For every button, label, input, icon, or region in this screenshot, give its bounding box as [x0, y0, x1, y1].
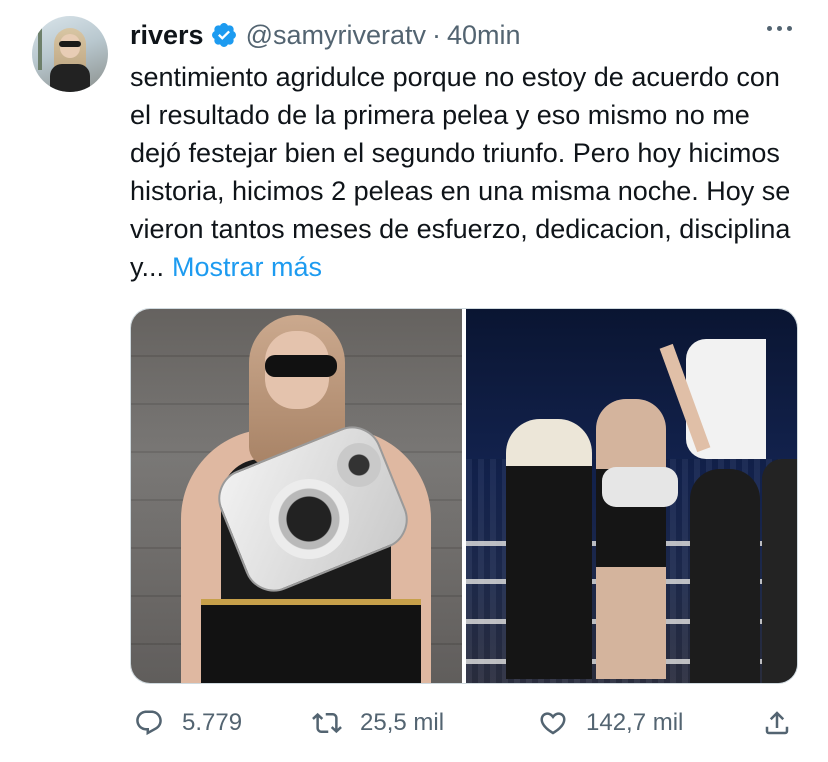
avatar-palm-tree — [38, 26, 42, 70]
retweet-icon — [312, 712, 342, 734]
like-count: 142,7 mil — [586, 709, 684, 736]
user-handle[interactable]: @samyriveratv — [246, 20, 426, 51]
more-options-icon[interactable] — [767, 26, 792, 31]
media-grid — [130, 308, 798, 684]
separator-dot: · — [432, 19, 442, 50]
belt-center-plate — [269, 479, 349, 559]
tweet-header: rivers @samyriveratv · 40min — [130, 18, 521, 52]
show-more-link[interactable]: Mostrar más — [172, 252, 322, 282]
winning-fighter — [596, 399, 666, 679]
avatar[interactable] — [32, 16, 108, 92]
retweet-count: 25,5 mil — [360, 709, 445, 736]
reply-icon — [136, 710, 162, 736]
championship-belt — [602, 467, 678, 507]
avatar-shirt — [50, 64, 90, 92]
share-button[interactable] — [762, 700, 792, 746]
cornerman — [762, 459, 797, 683]
belt-side-plate — [337, 443, 381, 487]
tweet-body: sentimiento agridulce porque no estoy de… — [130, 62, 791, 282]
share-icon — [765, 711, 789, 735]
like-button[interactable]: 142,7 mil — [538, 700, 683, 746]
tweet-text: sentimiento agridulce porque no estoy de… — [130, 58, 800, 286]
like-icon — [540, 712, 566, 735]
more-dot — [767, 26, 772, 31]
more-dot — [777, 26, 782, 31]
retweet-button[interactable]: 25,5 mil — [312, 700, 444, 746]
timestamp[interactable]: 40min — [447, 20, 521, 51]
verified-badge-icon — [210, 21, 238, 49]
tweet-actions: 5.779 25,5 mil 142,7 mil — [130, 700, 796, 746]
avatar-sunglasses — [59, 41, 81, 47]
reply-button[interactable]: 5.779 — [134, 700, 242, 746]
photo-subject-shorts — [201, 599, 421, 683]
photo-subject-sunglasses — [265, 355, 337, 377]
display-name[interactable]: rivers — [130, 20, 204, 51]
masked-man — [506, 419, 592, 679]
cornerman — [690, 469, 760, 683]
photo-ring-victory[interactable] — [466, 309, 797, 683]
photo-boxer-belt[interactable] — [131, 309, 462, 683]
reply-count: 5.779 — [182, 709, 243, 736]
more-dot — [787, 26, 792, 31]
